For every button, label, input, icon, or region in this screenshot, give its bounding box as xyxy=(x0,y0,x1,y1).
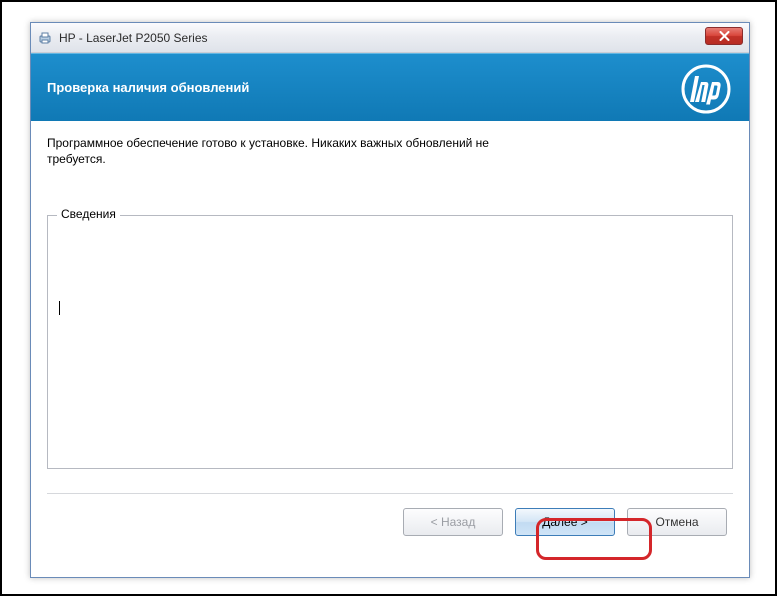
close-button[interactable] xyxy=(705,27,743,45)
status-line-2: требуется. xyxy=(47,152,106,166)
status-text: Программное обеспечение готово к установ… xyxy=(47,135,567,167)
window-title: HP - LaserJet P2050 Series xyxy=(59,31,208,45)
titlebar: HP - LaserJet P2050 Series xyxy=(31,23,749,53)
cancel-button[interactable]: Отмена xyxy=(627,508,727,536)
content-area: Программное обеспечение готово к установ… xyxy=(31,121,749,469)
app-icon xyxy=(37,30,53,46)
button-row: < Назад Далее > Отмена xyxy=(31,494,749,536)
banner-title: Проверка наличия обновлений xyxy=(47,80,249,95)
hp-logo xyxy=(679,62,733,121)
status-line-1: Программное обеспечение готово к установ… xyxy=(47,136,489,150)
text-caret xyxy=(59,301,60,315)
back-button: < Назад xyxy=(403,508,503,536)
details-legend: Сведения xyxy=(57,207,120,221)
details-fieldset: Сведения xyxy=(47,215,733,469)
close-icon xyxy=(719,31,730,41)
next-button[interactable]: Далее > xyxy=(515,508,615,536)
screenshot-frame: HP - LaserJet P2050 Series Проверка нали… xyxy=(0,0,777,596)
header-banner: Проверка наличия обновлений xyxy=(31,53,749,121)
details-text-area[interactable] xyxy=(47,215,733,469)
installer-window: HP - LaserJet P2050 Series Проверка нали… xyxy=(30,22,750,578)
